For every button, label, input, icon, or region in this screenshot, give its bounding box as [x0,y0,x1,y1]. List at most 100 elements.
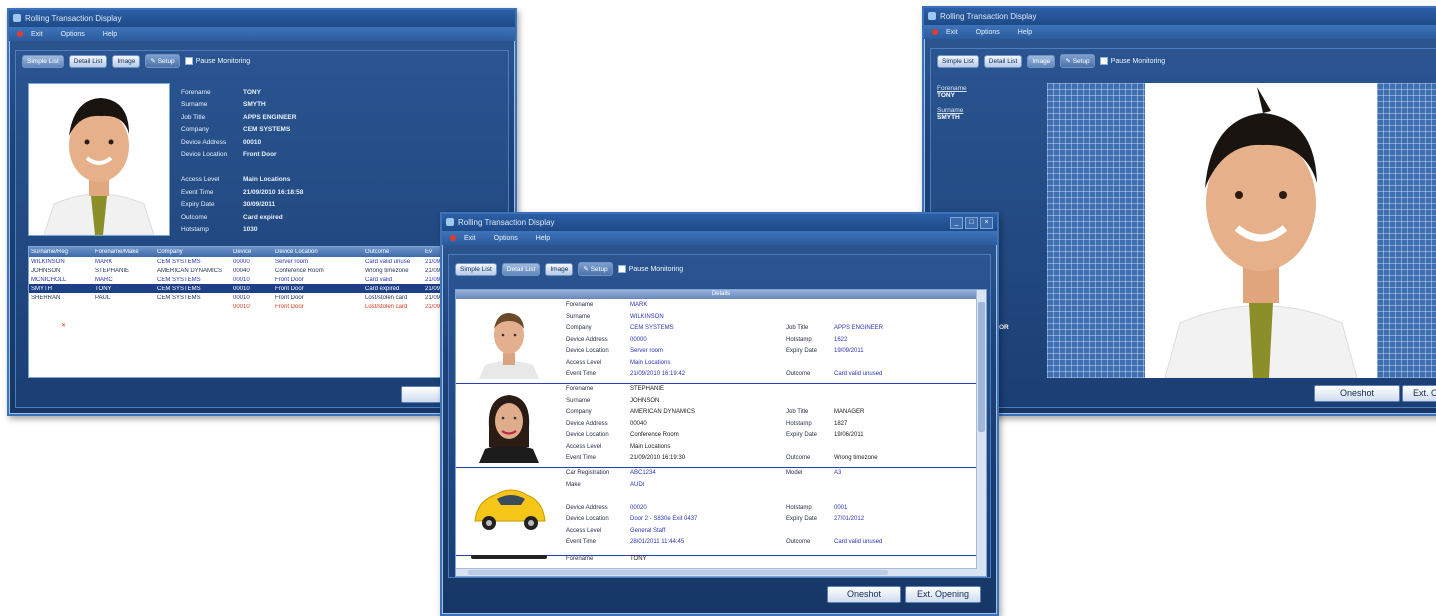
setup-button[interactable]: ✎ Setup [578,262,613,276]
field-label: Access Level [566,359,602,366]
detail-list-button[interactable]: Detail List [501,262,541,276]
detail-card[interactable]: Forename MARK Surname WILKINSON Company CEM S… [456,299,977,384]
table-cell: Conference Room [275,267,324,274]
pause-monitoring-label: Pause Monitoring [628,265,684,273]
field-label: Access Level [566,527,602,534]
field-label: Device Location [181,151,228,159]
pause-monitoring-checkbox[interactable]: Pause Monitoring [617,265,684,273]
ext-opening-button[interactable]: Ext. Opening [905,586,981,603]
field-label: Company [566,409,592,415]
setup-button[interactable]: ✎ Setup [145,54,180,68]
minimize-icon[interactable]: _ [950,217,963,229]
menu-exit[interactable]: Exit [946,29,958,36]
simple-list-button[interactable]: Simple List [937,54,979,68]
column-header[interactable]: Outcome [363,249,423,255]
field-row: Outcome Card expired [181,211,303,224]
field-label: Model [786,470,803,476]
menu-options[interactable]: Options [976,29,1000,36]
field-row: Hotstamp 1030 [181,224,303,237]
field-value: AUDI [630,481,645,488]
field-value: Front Door [243,151,277,159]
field-value: 21/09/2010 16:18:58 [243,188,304,196]
error-marker-icon: ✕ [61,323,67,329]
field-value: 28/01/2011 11:44:45 [630,539,685,545]
card-field: Forename STEPHANIE [566,386,664,392]
surname-value: SMYTH [937,114,960,121]
table-cell: 00010 [233,276,250,283]
image-button[interactable]: Image [112,54,141,68]
vertical-scrollbar[interactable] [976,290,986,576]
table-cell: TONY [95,285,112,292]
field-value: CEM SYSTEMS [630,325,674,331]
column-header[interactable]: Forename/Make [93,249,155,255]
person-photo-large [1145,83,1377,378]
ext-opening-button[interactable]: Ext. Op [1402,385,1436,402]
field-value: Card valid unused [834,371,883,377]
image-button[interactable]: Image [545,262,574,276]
detail-list-button[interactable]: Detail List [983,54,1023,68]
pause-monitoring-checkbox[interactable]: Pause Monitoring [1099,57,1165,65]
detail-card[interactable]: Car Registration ABC1234 Make AUDI Device Ad… [456,467,977,556]
menu-help[interactable]: Help [1018,29,1032,36]
field-value: STEPHANIE [630,386,665,392]
menu-help[interactable]: Help [103,31,117,38]
window-title: Rolling Transaction Display [940,12,1037,21]
field-label: Outcome [786,455,811,461]
column-header[interactable]: Device Location [273,249,363,255]
card-field: Outcome Card valid unused [786,371,882,377]
field-row: Access Level Main Locations [181,174,303,187]
scroll-thumb[interactable] [468,570,888,575]
card-field: Job Title APPS ENGINEER [786,325,883,331]
title-bar: Rolling Transaction Display [924,8,1436,25]
field-value: 21/09/2010 16:19:30 [630,455,686,461]
detail-list-button[interactable]: Detail List [68,54,108,68]
field-value: Main Locations [630,443,671,450]
card-field [786,482,834,488]
setup-button[interactable]: ✎ Setup [1060,54,1095,68]
card-field: Device Location Server room [566,348,663,354]
oneshot-button[interactable]: Oneshot [827,586,901,603]
table-cell: MARC [95,276,113,283]
menu-options[interactable]: Options [61,31,85,38]
oneshot-button[interactable]: Oneshot [1314,385,1400,402]
field-value: 00020 [630,504,647,511]
card-field: Device Address 00020 [566,505,647,511]
simple-list-button[interactable]: Simple List [455,262,497,276]
column-header[interactable]: Device [231,249,273,255]
field-value: Door 2 - S830e Exit 0437 [630,516,698,522]
detail-card[interactable]: Forename STEPHANIE Surname JOHNSON Company AM… [456,383,977,468]
horizontal-scrollbar[interactable] [456,568,977,576]
close-icon[interactable]: × [980,217,993,229]
field-value: Main Locations [243,176,291,184]
title-bar: Rolling Transaction Display [9,10,515,27]
scroll-thumb[interactable] [978,302,985,432]
app-icon [13,14,21,22]
table-cell: Front Door [275,285,304,292]
field-row: Device Location Front Door [181,149,303,162]
field-value: 27/01/2012 [834,516,865,522]
card-field: Hotstamp 1622 [786,337,847,343]
forename-value: TONY [937,92,955,99]
field-value: Card expired [243,213,283,221]
exit-icon [932,29,938,35]
pause-monitoring-checkbox[interactable]: Pause Monitoring [184,57,250,65]
menu-options[interactable]: Options [494,235,518,242]
field-label: Outcome [786,539,811,545]
menu-exit[interactable]: Exit [464,235,476,242]
column-header[interactable]: Company [155,249,231,255]
card-field: Outcome Card valid unused [786,539,882,545]
maximize-icon[interactable]: □ [965,217,978,229]
table-cell: Lost/stolen card [365,294,408,301]
detail-card[interactable]: Forename TONY [456,555,977,569]
simple-list-button[interactable]: Simple List [22,54,64,68]
menu-exit[interactable]: Exit [31,31,43,38]
card-field: Car Registration ABC1234 [566,470,656,476]
image-button[interactable]: Image [1027,54,1056,68]
menu-help[interactable]: Help [536,235,550,242]
table-cell: Front Door [275,294,304,301]
setup-label: Setup [1072,58,1090,65]
card-field [566,493,630,499]
column-header[interactable]: Surname/Reg [29,249,93,255]
field-value: 19/06/2011 [834,432,864,438]
card-field: Device Location Door 2 - S830e Exit 0437 [566,516,697,522]
